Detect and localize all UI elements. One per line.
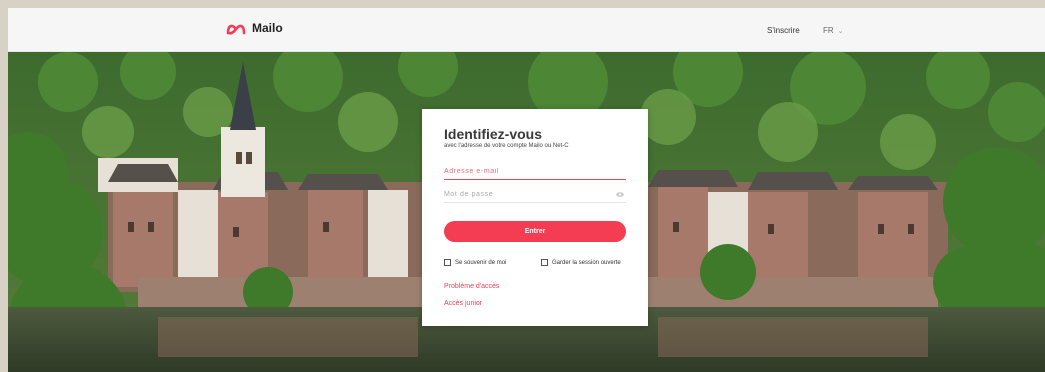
- brand-name: Mailo: [252, 21, 283, 35]
- show-password-eye-icon[interactable]: [616, 192, 624, 197]
- language-selector[interactable]: FR ⌄: [823, 26, 844, 35]
- submit-button[interactable]: Entrer: [444, 221, 626, 242]
- brand-logo[interactable]: Mailo: [226, 21, 283, 35]
- checkbox-box[interactable]: [444, 259, 451, 266]
- header-bar: Mailo S'inscrire FR ⌄: [8, 8, 1045, 52]
- remember-me-checkbox[interactable]: Se souvenir de moi: [444, 259, 506, 266]
- password-field[interactable]: [444, 187, 626, 203]
- chevron-down-icon: ⌄: [837, 27, 844, 35]
- keep-session-label: Garder la session ouverte: [552, 259, 621, 266]
- login-subtitle: avec l'adresse de votre compte Mailo ou …: [444, 143, 569, 149]
- junior-access-link[interactable]: Accès junior: [444, 300, 482, 307]
- mailo-logo-icon: [226, 24, 246, 35]
- browser-page: Mailo S'inscrire FR ⌄ Identifiez-vous av…: [8, 8, 1045, 372]
- login-title: Identifiez-vous: [444, 126, 543, 142]
- language-label: FR: [823, 26, 834, 35]
- email-field[interactable]: [444, 164, 626, 180]
- checkbox-box[interactable]: [541, 259, 548, 266]
- access-problem-link[interactable]: Problème d'accès: [444, 283, 499, 290]
- remember-me-label: Se souvenir de moi: [455, 259, 507, 266]
- keep-session-checkbox[interactable]: Garder la session ouverte: [541, 259, 621, 266]
- login-card: Identifiez-vous avec l'adresse de votre …: [422, 109, 648, 326]
- signup-link[interactable]: S'inscrire: [767, 26, 800, 35]
